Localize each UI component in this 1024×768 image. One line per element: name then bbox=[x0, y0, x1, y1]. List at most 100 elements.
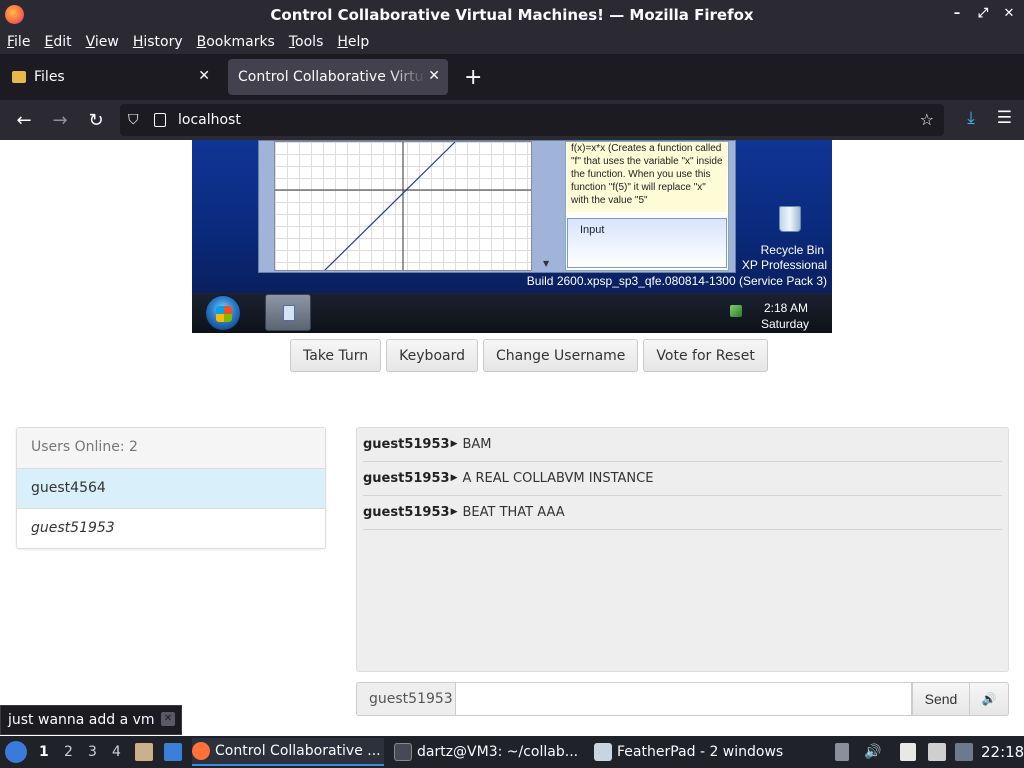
chat-log: guest51953 ▶ BAM guest51953 ▶ A REAL COL… bbox=[356, 427, 1009, 672]
workspace-4[interactable]: 4 bbox=[112, 744, 121, 760]
network-icon[interactable] bbox=[955, 743, 973, 761]
vm-tray-icon[interactable] bbox=[730, 305, 742, 317]
menu-bookmarks[interactable]: Bookmarks bbox=[197, 34, 275, 50]
window-title: Control Collaborative Virtual Machines! … bbox=[270, 6, 754, 24]
system-clock[interactable]: 22:18 bbox=[981, 743, 1024, 761]
chat-input-row: guest51953 Send 🔊 bbox=[356, 682, 1009, 716]
vm-desktop[interactable]: ▼ f(x)=x*x (Creates a function called "f… bbox=[192, 140, 832, 293]
keyboard-button[interactable]: Keyboard bbox=[386, 339, 478, 372]
menu-history[interactable]: History bbox=[133, 34, 183, 50]
take-turn-button[interactable]: Take Turn bbox=[290, 339, 382, 372]
change-username-button[interactable]: Change Username bbox=[482, 339, 639, 372]
workspace-1[interactable]: 1 bbox=[39, 744, 49, 760]
close-window-icon[interactable]: ✕ bbox=[1002, 6, 1016, 21]
shield-icon[interactable]: ⛉ bbox=[128, 112, 144, 128]
app-menu-icon[interactable] bbox=[5, 741, 27, 763]
download-icon[interactable]: ⤓ bbox=[967, 108, 975, 128]
navigation-bar: ← → ↻ ⛉ localhost ☆ ⤓ ☰ bbox=[0, 100, 1024, 140]
vm-task-button[interactable] bbox=[265, 294, 311, 331]
task-terminal[interactable]: dartz@VM3: ~/collab... bbox=[394, 738, 584, 766]
chat-arrow-icon: ▶ bbox=[450, 439, 458, 449]
bookmark-star-icon[interactable]: ☆ bbox=[920, 110, 934, 129]
tray-clipboard-icon[interactable] bbox=[835, 743, 849, 761]
menu-edit[interactable]: Edit bbox=[44, 34, 71, 50]
hamburger-menu-icon[interactable]: ☰ bbox=[997, 108, 1012, 128]
vm-display[interactable]: ▼ f(x)=x*x (Creates a function called "f… bbox=[192, 140, 832, 333]
xp-edition-label: XP Professional bbox=[741, 258, 827, 272]
scroll-down-icon[interactable]: ▼ bbox=[543, 259, 549, 268]
recycle-bin-icon[interactable] bbox=[777, 206, 803, 238]
build-label: Build 2600.xpsp_sp3_qfe.080814-1300 (Ser… bbox=[526, 274, 827, 288]
sound-toggle-icon[interactable]: 🔊 bbox=[970, 682, 1009, 716]
task-firefox-label: Control Collaborative ... bbox=[215, 743, 381, 759]
tab-close-icon[interactable]: ✕ bbox=[428, 68, 440, 84]
firefox-logo-icon bbox=[5, 5, 24, 24]
url-text[interactable]: localhost bbox=[178, 112, 241, 128]
input-label: Input bbox=[580, 224, 605, 236]
chat-username: guest51953 bbox=[363, 470, 450, 486]
user-list-item[interactable]: guest51953 bbox=[17, 509, 325, 549]
featherpad-icon bbox=[594, 743, 612, 761]
chat-username-label: guest51953 bbox=[356, 682, 455, 716]
tray-display-icon[interactable] bbox=[928, 743, 946, 761]
windows-flag-icon bbox=[216, 306, 232, 322]
reload-icon[interactable]: ↻ bbox=[78, 110, 114, 131]
url-bar[interactable]: ⛉ localhost ☆ bbox=[120, 104, 944, 136]
chat-message: guest51953 ▶ BAM bbox=[363, 428, 1002, 462]
vm-controls: Take Turn Keyboard Change Username Vote … bbox=[290, 339, 768, 372]
nav-right-tools: ⤓ ☰ bbox=[967, 108, 1012, 128]
document-icon bbox=[283, 305, 295, 321]
menu-file[interactable]: File bbox=[7, 34, 30, 50]
vote-reset-button[interactable]: Vote for Reset bbox=[643, 339, 768, 372]
desktop-icon[interactable] bbox=[164, 743, 182, 761]
user-list-item[interactable]: guest4564 bbox=[17, 469, 325, 509]
vm-app-window[interactable]: ▼ f(x)=x*x (Creates a function called "f… bbox=[258, 140, 736, 273]
graph-svg bbox=[275, 142, 531, 270]
chat-arrow-icon: ▶ bbox=[450, 507, 458, 517]
menu-view[interactable]: View bbox=[86, 34, 119, 50]
workspace-2[interactable]: 2 bbox=[64, 744, 73, 760]
tab-close-icon[interactable]: ✕ bbox=[198, 68, 210, 84]
new-tab-icon[interactable]: + bbox=[464, 65, 482, 90]
recycle-bin-label: Recycle Bin bbox=[760, 243, 824, 257]
chat-text: A REAL COLLABVM INSTANCE bbox=[462, 470, 654, 486]
recycle-bin-body bbox=[779, 206, 801, 232]
forward-icon[interactable]: → bbox=[42, 110, 78, 131]
maximize-icon[interactable]: ⤢ bbox=[976, 6, 990, 21]
minimize-icon[interactable]: – bbox=[950, 6, 964, 21]
chat-username: guest51953 bbox=[363, 504, 450, 520]
chat-username: guest51953 bbox=[363, 436, 450, 452]
task-firefox[interactable]: Control Collaborative ... bbox=[192, 738, 384, 766]
file-manager-icon[interactable] bbox=[135, 743, 153, 761]
users-online-header: Users Online: 2 bbox=[17, 428, 325, 469]
tab-collabvm-label: Control Collaborative Virtual Machines! bbox=[238, 69, 426, 85]
chat-input[interactable] bbox=[455, 682, 912, 716]
vm-clock-day: Saturday bbox=[761, 317, 810, 331]
firefox-icon bbox=[192, 742, 210, 760]
notification-close-icon[interactable]: ✕ bbox=[161, 712, 175, 726]
volume-icon[interactable]: 🔊 bbox=[864, 744, 881, 760]
notification-popup[interactable]: just wanna add a vm ✕ bbox=[0, 705, 182, 735]
graph-canvas[interactable] bbox=[274, 141, 532, 271]
folder-icon bbox=[12, 71, 26, 83]
task-featherpad[interactable]: FeatherPad - 2 windows bbox=[594, 738, 794, 766]
tab-collabvm[interactable]: Control Collaborative Virtual Machines! … bbox=[228, 59, 448, 95]
task-terminal-label: dartz@VM3: ~/collab... bbox=[417, 744, 579, 760]
page-content: ▼ f(x)=x*x (Creates a function called "f… bbox=[0, 140, 1024, 736]
window-controls: – ⤢ ✕ bbox=[950, 6, 1016, 21]
vm-input-box[interactable]: Input bbox=[567, 218, 727, 268]
help-panel: f(x)=x*x (Creates a function called "f" … bbox=[565, 141, 729, 271]
back-icon[interactable]: ← bbox=[6, 110, 42, 131]
vm-clock-time: 2:18 AM bbox=[764, 301, 809, 315]
menu-help[interactable]: Help bbox=[337, 34, 369, 50]
tab-files-label: Files bbox=[34, 69, 65, 85]
tab-bar: Files ✕ Control Collaborative Virtual Ma… bbox=[0, 54, 1024, 100]
start-button[interactable] bbox=[205, 295, 241, 331]
function-curve bbox=[324, 142, 456, 270]
menu-tools[interactable]: Tools bbox=[289, 34, 324, 50]
firefox-window: Control Collaborative Virtual Machines! … bbox=[0, 0, 1024, 768]
tray-notes-icon[interactable] bbox=[900, 743, 916, 761]
send-button[interactable]: Send bbox=[912, 682, 970, 716]
tab-files[interactable]: Files ✕ bbox=[2, 59, 218, 95]
workspace-3[interactable]: 3 bbox=[88, 744, 97, 760]
